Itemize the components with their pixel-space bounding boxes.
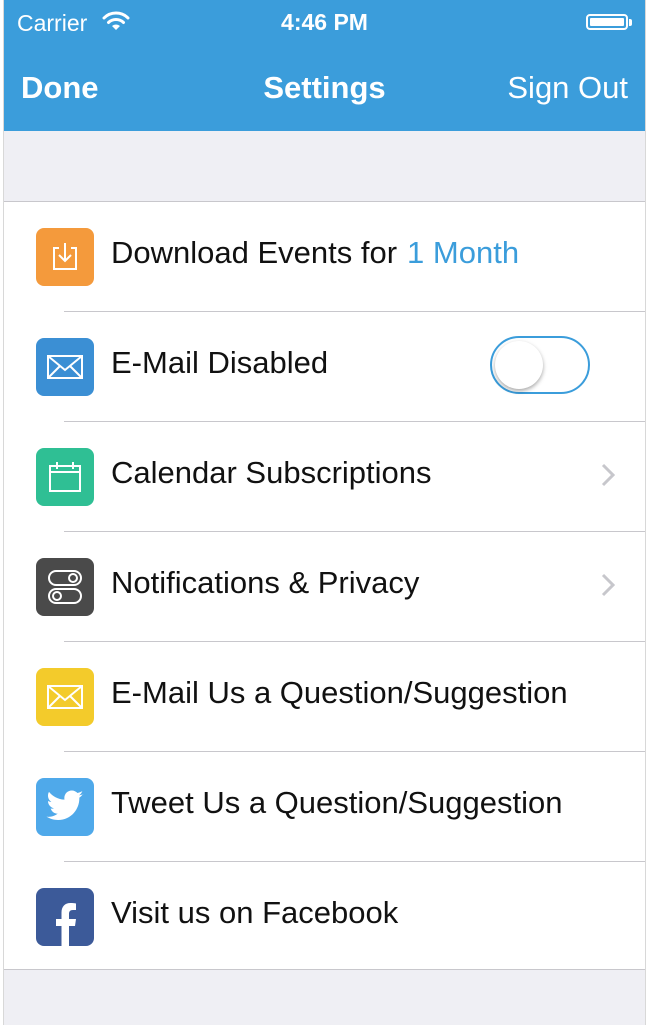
sign-out-button[interactable]: Sign Out	[507, 70, 628, 106]
download-icon	[36, 228, 94, 286]
switches-icon	[36, 558, 94, 616]
chevron-right-icon	[601, 463, 615, 487]
notifications-privacy-row[interactable]: Notifications & Privacy	[4, 532, 645, 642]
email-us-label: E-Mail Us a Question/Suggestion	[111, 675, 568, 710]
notifications-privacy-label: Notifications & Privacy	[111, 565, 420, 600]
envelope-icon	[36, 668, 94, 726]
download-events-label: Download Events for	[111, 235, 398, 270]
facebook-row[interactable]: Visit us on Facebook	[4, 862, 645, 972]
battery-icon	[586, 14, 632, 30]
email-disabled-row: E-Mail Disabled	[4, 312, 645, 422]
status-time: 4:46 PM	[281, 9, 368, 35]
tweet-us-label: Tweet Us a Question/Suggestion	[111, 785, 563, 820]
chevron-right-icon	[601, 573, 615, 597]
top-bar: Carrier 4:46 PM Done Settings Sign Out	[4, 0, 645, 131]
facebook-icon	[36, 888, 94, 946]
calendar-subscriptions-row[interactable]: Calendar Subscriptions	[4, 422, 645, 532]
download-period-value[interactable]: 1 Month	[407, 235, 519, 270]
navigation-bar: Done Settings Sign Out	[4, 56, 645, 120]
email-disabled-label: E-Mail Disabled	[111, 345, 329, 380]
envelope-icon	[36, 338, 94, 396]
facebook-label: Visit us on Facebook	[111, 895, 399, 930]
settings-list: Download Events for 1 Month E-Mail Disabl…	[4, 201, 645, 970]
status-bar: Carrier 4:46 PM	[4, 0, 645, 46]
download-events-row[interactable]: Download Events for 1 Month	[4, 202, 645, 312]
calendar-subscriptions-label: Calendar Subscriptions	[111, 455, 432, 490]
calendar-icon	[36, 448, 94, 506]
twitter-bird-icon	[36, 778, 94, 836]
email-us-row[interactable]: E-Mail Us a Question/Suggestion	[4, 642, 645, 752]
email-toggle[interactable]	[490, 336, 590, 394]
tweet-us-row[interactable]: Tweet Us a Question/Suggestion	[4, 752, 645, 862]
settings-screen: Carrier 4:46 PM Done Settings Sign Out D…	[4, 0, 645, 1025]
toggle-knob	[495, 341, 543, 389]
